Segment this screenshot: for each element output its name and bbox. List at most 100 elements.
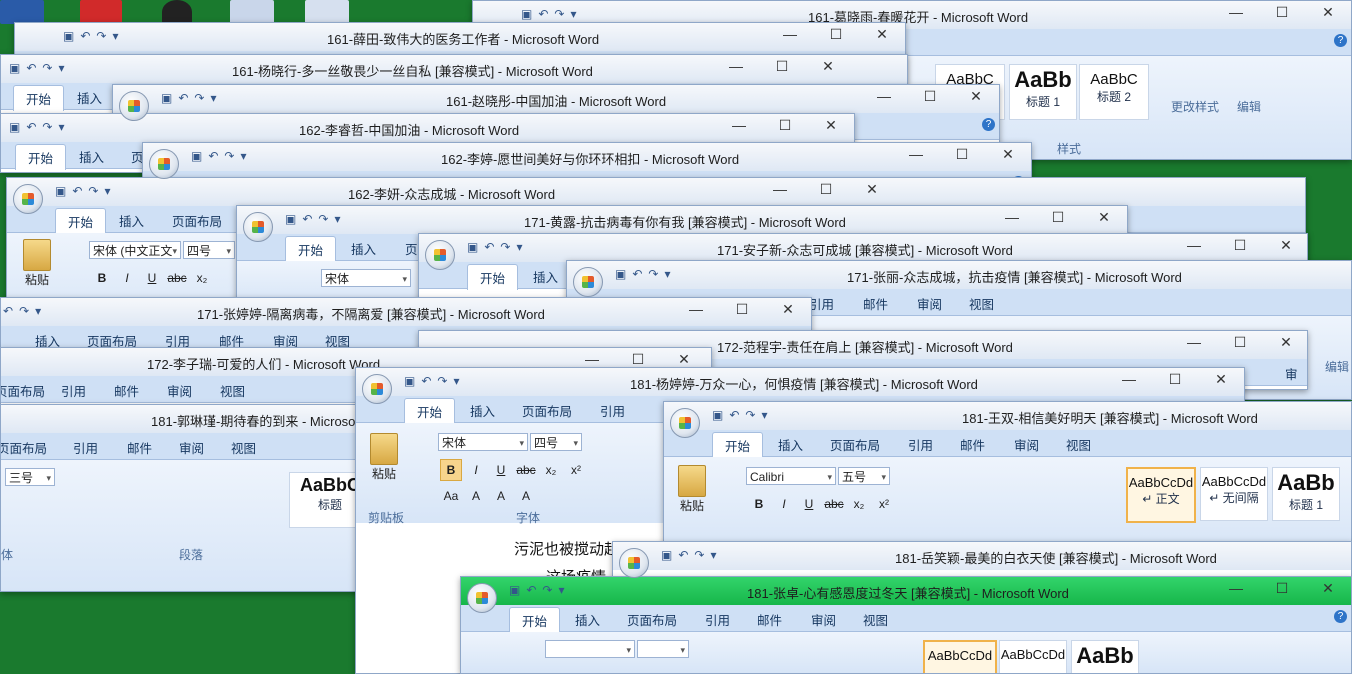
minimize-button[interactable]: — bbox=[861, 88, 907, 105]
tab-review[interactable]: 审阅 bbox=[167, 381, 192, 400]
tab-references[interactable]: 引用 bbox=[600, 401, 625, 420]
redo-icon[interactable]: ↷ bbox=[648, 267, 658, 281]
qat-more-icon[interactable]: ▾ bbox=[58, 61, 64, 75]
close-button[interactable]: ✕ bbox=[1081, 209, 1127, 226]
style-title2[interactable]: AaBbC 标题 2 bbox=[1079, 64, 1149, 120]
bold-button[interactable]: B bbox=[440, 459, 462, 481]
qat-more-icon[interactable]: ▾ bbox=[334, 212, 340, 226]
redo-icon[interactable]: ↷ bbox=[745, 408, 755, 422]
save-icon[interactable]: ▣ bbox=[285, 212, 296, 226]
tab-layout[interactable]: 页面布局 bbox=[172, 211, 222, 230]
tab-insert[interactable]: 插入 bbox=[575, 610, 600, 629]
redo-icon[interactable]: ↷ bbox=[554, 7, 564, 21]
close-button[interactable]: ✕ bbox=[765, 301, 811, 318]
close-button[interactable]: ✕ bbox=[1263, 237, 1307, 254]
qat-more-icon[interactable]: ▾ bbox=[453, 374, 459, 388]
help-icon[interactable]: ? bbox=[1334, 34, 1347, 47]
font-size-select[interactable]: 五号 bbox=[838, 467, 890, 486]
tab-review[interactable]: 审阅 bbox=[811, 610, 836, 629]
qat-more-icon[interactable]: ▾ bbox=[664, 267, 670, 281]
style-normal[interactable]: AaBbCcDd ↵ 正文 bbox=[1126, 467, 1196, 523]
minimize-button[interactable]: — bbox=[673, 301, 719, 318]
qat-more-icon[interactable]: ▾ bbox=[210, 91, 216, 105]
font-name-select[interactable]: Calibri bbox=[746, 467, 836, 486]
redo-icon[interactable]: ↷ bbox=[19, 304, 29, 318]
edit-label[interactable]: 编辑 bbox=[1325, 358, 1349, 375]
italic-button[interactable]: I bbox=[116, 267, 138, 289]
redo-icon[interactable]: ↷ bbox=[194, 91, 204, 105]
office-button[interactable] bbox=[119, 91, 149, 121]
close-button[interactable]: ✕ bbox=[859, 26, 905, 43]
title-bar[interactable]: ▣ ↶ ↷ ▾ 161-赵晓彤-中国加油 - Microsoft Word — ☐ ✕ bbox=[113, 85, 999, 113]
font-size-select[interactable]: 四号 bbox=[530, 433, 582, 452]
close-button[interactable]: ✕ bbox=[985, 146, 1031, 163]
tab-review[interactable]: 审阅 bbox=[179, 438, 204, 457]
shrink-font-button[interactable]: A bbox=[515, 485, 537, 507]
maximize-button[interactable]: ☐ bbox=[803, 181, 849, 198]
minimize-button[interactable]: — bbox=[716, 117, 762, 134]
undo-icon[interactable]: ↶ bbox=[3, 304, 13, 318]
qat-more-icon[interactable]: ▾ bbox=[710, 548, 716, 562]
font-name-select[interactable]: 宋体 bbox=[438, 433, 528, 452]
qat-more-icon[interactable]: ▾ bbox=[570, 7, 576, 21]
tab-references[interactable]: 引用 bbox=[73, 438, 98, 457]
tab-layout[interactable]: 页 bbox=[405, 239, 418, 258]
redo-icon[interactable]: ↷ bbox=[500, 240, 510, 254]
save-icon[interactable]: ▣ bbox=[509, 583, 520, 597]
save-icon[interactable]: ▣ bbox=[9, 120, 20, 134]
redo-icon[interactable]: ↷ bbox=[694, 548, 704, 562]
undo-icon[interactable]: ↶ bbox=[729, 408, 739, 422]
italic-button[interactable]: I bbox=[465, 459, 487, 481]
tab-view[interactable]: 视图 bbox=[1066, 435, 1091, 454]
save-icon[interactable]: ▣ bbox=[9, 61, 20, 75]
tab-home[interactable]: 开始 bbox=[467, 264, 519, 290]
qat-more-icon[interactable]: ▾ bbox=[104, 184, 110, 198]
redo-icon[interactable]: ↷ bbox=[42, 120, 52, 134]
undo-icon[interactable]: ↶ bbox=[208, 149, 218, 163]
underline-button[interactable]: U bbox=[141, 267, 163, 289]
undo-icon[interactable]: ↶ bbox=[72, 184, 82, 198]
tab-home[interactable]: 开始 bbox=[404, 398, 456, 424]
font-name-select[interactable]: 宋体 bbox=[321, 269, 411, 288]
minimize-button[interactable]: — bbox=[713, 58, 759, 75]
tab-references[interactable]: 引用 bbox=[705, 610, 730, 629]
undo-icon[interactable]: ↶ bbox=[526, 583, 536, 597]
tab-review[interactable]: 审阅 bbox=[1014, 435, 1039, 454]
minimize-button[interactable]: — bbox=[1106, 371, 1152, 388]
office-button[interactable] bbox=[670, 408, 700, 438]
maximize-button[interactable]: ☐ bbox=[759, 58, 805, 75]
undo-icon[interactable]: ↶ bbox=[421, 374, 431, 388]
title-bar[interactable]: ▣ ↶ ↷ ▾ 181-杨婷婷-万众一心，何惧疫情 [兼容模式] - Microsof… bbox=[356, 368, 1244, 396]
close-button[interactable]: ✕ bbox=[1305, 4, 1351, 21]
strikethrough-button[interactable]: abc bbox=[823, 493, 845, 515]
tab-view[interactable]: 视图 bbox=[220, 381, 245, 400]
redo-icon[interactable]: ↷ bbox=[96, 29, 106, 43]
save-icon[interactable]: ▣ bbox=[63, 29, 74, 43]
tab-view[interactable]: 视图 bbox=[969, 294, 994, 313]
tab-view[interactable]: 视图 bbox=[231, 438, 256, 457]
undo-icon[interactable]: ↶ bbox=[678, 548, 688, 562]
close-button[interactable]: ✕ bbox=[1198, 371, 1244, 388]
tab-home[interactable]: 开始 bbox=[15, 144, 67, 170]
tab-references[interactable]: 引用 bbox=[908, 435, 933, 454]
minimize-button[interactable]: — bbox=[757, 181, 803, 198]
bold-button[interactable]: B bbox=[91, 267, 113, 289]
tab-home[interactable]: 开始 bbox=[285, 236, 337, 262]
tab-mailings[interactable]: 邮件 bbox=[127, 438, 152, 457]
minimize-button[interactable]: — bbox=[989, 209, 1035, 226]
grow-font-button[interactable]: A bbox=[490, 485, 512, 507]
qat-more-icon[interactable]: ▾ bbox=[240, 149, 246, 163]
style-normal[interactable]: AaBbCcDd bbox=[923, 640, 997, 673]
style-title1[interactable]: AaBb 标题 1 bbox=[1272, 467, 1340, 521]
minimize-button[interactable]: — bbox=[569, 351, 615, 368]
title-bar[interactable]: ▣ ↶ ↷ ▾ 181-王双-相信美好明天 [兼容模式] - Microsoft Wo… bbox=[664, 402, 1351, 430]
redo-icon[interactable]: ↷ bbox=[542, 583, 552, 597]
close-button[interactable]: ✕ bbox=[661, 351, 707, 368]
help-icon[interactable]: ? bbox=[1334, 610, 1347, 623]
underline-button[interactable]: U bbox=[490, 459, 512, 481]
close-button[interactable]: ✕ bbox=[805, 58, 851, 75]
close-button[interactable]: ✕ bbox=[808, 117, 854, 134]
office-button[interactable] bbox=[362, 374, 392, 404]
tab-home[interactable]: 开始 bbox=[509, 607, 561, 633]
office-button[interactable] bbox=[467, 583, 497, 613]
